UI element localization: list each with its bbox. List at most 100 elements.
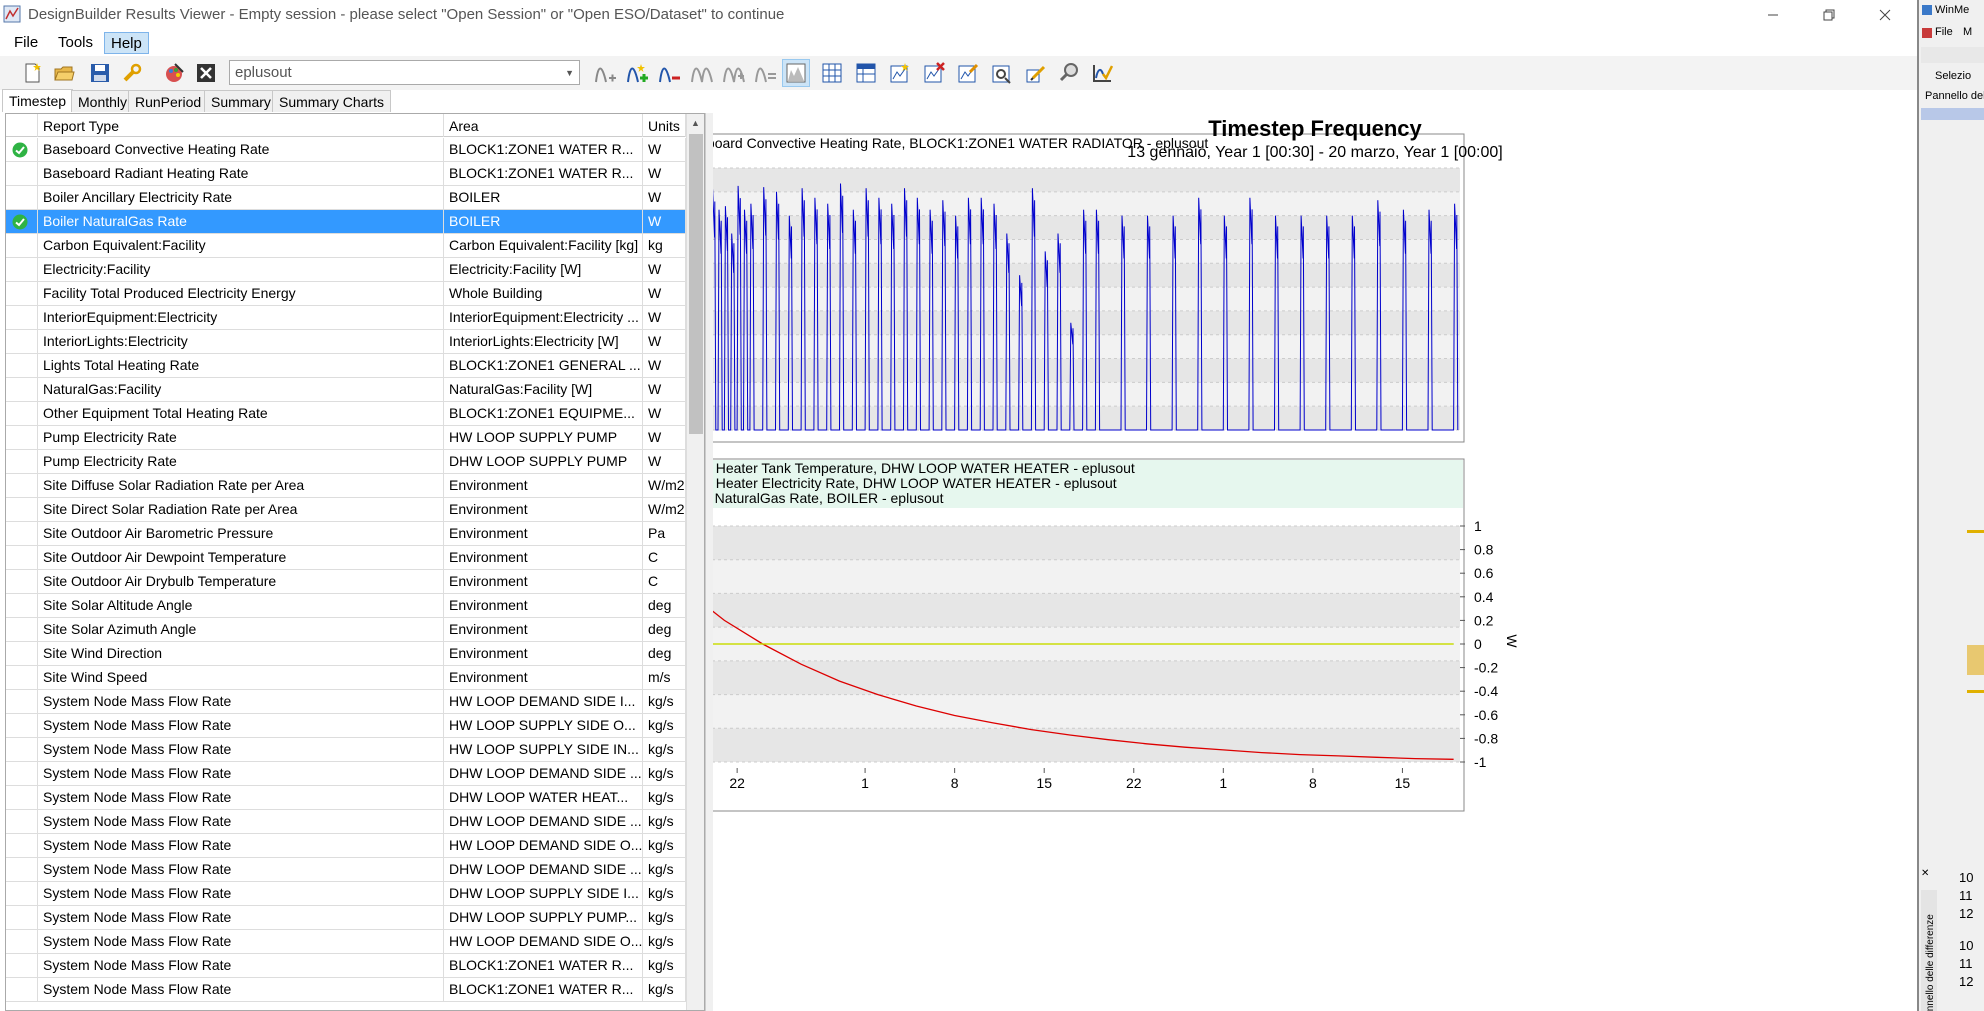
row-check-cell[interactable] bbox=[6, 450, 38, 473]
area-chart-button[interactable] bbox=[782, 59, 810, 87]
row-check-cell[interactable] bbox=[6, 378, 38, 401]
restore-button[interactable] bbox=[1806, 0, 1852, 30]
table-row[interactable]: Lights Total Heating Rate BLOCK1:ZONE1 GE… bbox=[6, 354, 686, 378]
row-check-cell[interactable] bbox=[6, 594, 38, 617]
chart-options-button[interactable] bbox=[988, 59, 1016, 87]
menu-tools[interactable]: Tools bbox=[52, 32, 99, 54]
row-check-cell[interactable] bbox=[6, 906, 38, 929]
save-button[interactable] bbox=[86, 59, 114, 87]
panel-splitter[interactable] bbox=[705, 113, 713, 1011]
table-row[interactable]: System Node Mass Flow Rate DHW LOOP WATER… bbox=[6, 786, 686, 810]
row-check-cell[interactable] bbox=[6, 162, 38, 185]
table-row[interactable]: Boiler NaturalGas Rate BOILER W bbox=[6, 210, 686, 234]
table-row[interactable]: System Node Mass Flow Rate DHW LOOP SUPPL… bbox=[6, 906, 686, 930]
row-check-cell[interactable] bbox=[6, 642, 38, 665]
scrollbar-thumb[interactable] bbox=[689, 134, 703, 434]
header-report-type[interactable]: Report Type bbox=[38, 114, 444, 137]
table-row[interactable]: System Node Mass Flow Rate HW LOOP DEMAND… bbox=[6, 834, 686, 858]
close-pane-icon[interactable]: ✕ bbox=[1921, 868, 1929, 879]
row-check-cell[interactable] bbox=[6, 186, 38, 209]
table-row[interactable]: Baseboard Radiant Heating Rate BLOCK1:ZON… bbox=[6, 162, 686, 186]
row-check-cell[interactable] bbox=[6, 282, 38, 305]
row-check-cell[interactable] bbox=[6, 690, 38, 713]
row-check-cell[interactable] bbox=[6, 546, 38, 569]
dataset-select[interactable]: eplusout ▼ bbox=[229, 60, 580, 85]
row-check-cell[interactable] bbox=[6, 498, 38, 521]
settings-button[interactable] bbox=[118, 59, 146, 87]
row-check-cell[interactable] bbox=[6, 306, 38, 329]
close-button[interactable] bbox=[1862, 0, 1908, 30]
table-row[interactable]: System Node Mass Flow Rate HW LOOP SUPPLY… bbox=[6, 714, 686, 738]
table-row[interactable]: Site Wind Direction Environment deg bbox=[6, 642, 686, 666]
table-row[interactable]: Facility Total Produced Electricity Ener… bbox=[6, 282, 686, 306]
shift-line-button[interactable] bbox=[688, 59, 716, 87]
table-row[interactable]: Site Outdoor Air Barometric Pressure Envi… bbox=[6, 522, 686, 546]
minimize-button[interactable] bbox=[1750, 0, 1796, 30]
shift-line-2-button[interactable] bbox=[720, 59, 748, 87]
row-check-cell[interactable] bbox=[6, 930, 38, 953]
table-row[interactable]: Pump Electricity Rate DHW LOOP SUPPLY PUM… bbox=[6, 450, 686, 474]
table-row[interactable]: NaturalGas:Facility NaturalGas:Facility [… bbox=[6, 378, 686, 402]
row-check-cell[interactable] bbox=[6, 954, 38, 977]
row-check-cell[interactable] bbox=[6, 570, 38, 593]
table-row[interactable]: Site Solar Azimuth Angle Environment deg bbox=[6, 618, 686, 642]
secondary-menu-m[interactable]: M bbox=[1963, 26, 1972, 38]
export-chart-button[interactable] bbox=[886, 59, 914, 87]
table-row[interactable]: Site Solar Altitude Angle Environment deg bbox=[6, 594, 686, 618]
row-check-cell[interactable] bbox=[6, 714, 38, 737]
row-check-cell[interactable] bbox=[6, 882, 38, 905]
row-check-cell[interactable] bbox=[6, 858, 38, 881]
table-row[interactable]: System Node Mass Flow Rate BLOCK1:ZONE1 W… bbox=[6, 954, 686, 978]
table-row[interactable]: System Node Mass Flow Rate HW LOOP DEMAND… bbox=[6, 930, 686, 954]
row-check-cell[interactable] bbox=[6, 738, 38, 761]
table-row[interactable]: Carbon Equivalent:Facility Carbon Equival… bbox=[6, 234, 686, 258]
table-row[interactable]: System Node Mass Flow Rate DHW LOOP DEMAN… bbox=[6, 810, 686, 834]
table-row[interactable]: System Node Mass Flow Rate DHW LOOP SUPPL… bbox=[6, 882, 686, 906]
shift-line-3-button[interactable] bbox=[752, 59, 780, 87]
row-check-cell[interactable] bbox=[6, 666, 38, 689]
table-view-button[interactable] bbox=[852, 59, 880, 87]
table-row[interactable]: Site Direct Solar Radiation Rate per Are… bbox=[6, 498, 686, 522]
table-row[interactable]: InteriorLights:Electricity InteriorLights… bbox=[6, 330, 686, 354]
table-row[interactable]: Baseboard Convective Heating Rate BLOCK1:… bbox=[6, 138, 686, 162]
tab-monthly[interactable]: Monthly bbox=[71, 90, 135, 112]
scroll-up-icon[interactable]: ▲ bbox=[691, 118, 700, 128]
table-row[interactable]: Electricity:Facility Electricity:Facility… bbox=[6, 258, 686, 282]
row-check-cell[interactable] bbox=[6, 402, 38, 425]
table-row[interactable]: Site Wind Speed Environment m/s bbox=[6, 666, 686, 690]
table-row[interactable]: System Node Mass Flow Rate DHW LOOP DEMAN… bbox=[6, 762, 686, 786]
row-check-cell[interactable] bbox=[6, 522, 38, 545]
row-check-cell[interactable] bbox=[6, 138, 38, 161]
table-row[interactable]: Boiler Ancillary Electricity Rate BOILER W bbox=[6, 186, 686, 210]
header-area[interactable]: Area bbox=[444, 114, 643, 137]
row-check-cell[interactable] bbox=[6, 786, 38, 809]
row-check-cell[interactable] bbox=[6, 354, 38, 377]
remove-series-button[interactable] bbox=[656, 59, 684, 87]
open-session-button[interactable] bbox=[50, 59, 78, 87]
tab-summary-charts[interactable]: Summary Charts bbox=[272, 90, 392, 112]
zoom-button[interactable] bbox=[1056, 59, 1084, 87]
table-row[interactable]: InteriorEquipment:Electricity InteriorEqu… bbox=[6, 306, 686, 330]
close-dataset-button[interactable] bbox=[192, 59, 220, 87]
tab-runperiod[interactable]: RunPeriod bbox=[128, 90, 209, 112]
menu-help[interactable]: Help bbox=[104, 32, 149, 54]
row-check-cell[interactable] bbox=[6, 258, 38, 281]
row-check-cell[interactable] bbox=[6, 810, 38, 833]
row-check-cell[interactable] bbox=[6, 330, 38, 353]
table-row[interactable]: Other Equipment Total Heating Rate BLOCK1… bbox=[6, 402, 686, 426]
chart-edit-button[interactable] bbox=[954, 59, 982, 87]
row-check-cell[interactable] bbox=[6, 210, 38, 233]
new-session-button[interactable] bbox=[18, 59, 46, 87]
header-units[interactable]: Units bbox=[643, 114, 686, 137]
grid-button[interactable] bbox=[818, 59, 846, 87]
add-series-button[interactable] bbox=[624, 59, 652, 87]
tab-timestep[interactable]: Timestep bbox=[2, 89, 74, 112]
table-row[interactable]: Site Outdoor Air Dewpoint Temperature Env… bbox=[6, 546, 686, 570]
row-check-cell[interactable] bbox=[6, 978, 38, 1001]
table-row[interactable]: Site Outdoor Air Drybulb Temperature Envi… bbox=[6, 570, 686, 594]
table-scrollbar[interactable]: ▲ bbox=[686, 114, 704, 1010]
add-line-button[interactable] bbox=[592, 59, 620, 87]
table-row[interactable]: Site Diffuse Solar Radiation Rate per Ar… bbox=[6, 474, 686, 498]
table-row[interactable]: System Node Mass Flow Rate DHW LOOP DEMAN… bbox=[6, 858, 686, 882]
table-row[interactable]: Pump Electricity Rate HW LOOP SUPPLY PUMP… bbox=[6, 426, 686, 450]
